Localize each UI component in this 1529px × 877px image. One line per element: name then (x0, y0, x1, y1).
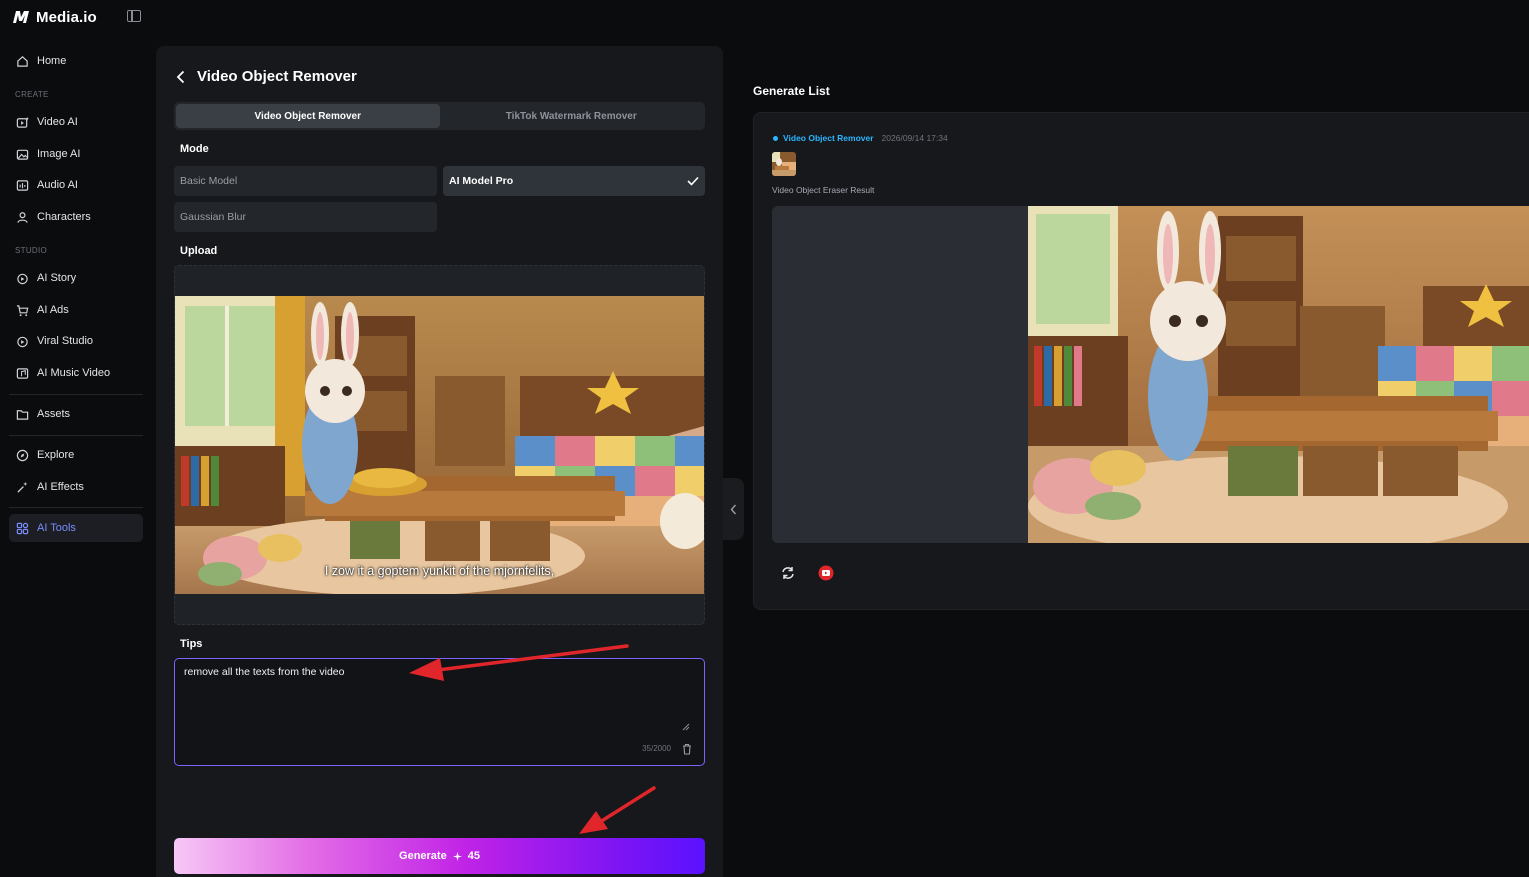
mode-label-text: Basic Model (180, 175, 238, 187)
result-tool-name[interactable]: Video Object Remover (783, 133, 874, 143)
source-thumbnail[interactable] (772, 152, 796, 176)
upload-label: Upload (180, 245, 218, 257)
sidebar-item-label: Image AI (37, 148, 81, 160)
mode-ai-model-pro[interactable]: AI Model Pro (443, 166, 705, 196)
mode-label: Mode (180, 143, 209, 155)
sidebar-item-label: AI Tools (37, 522, 76, 534)
result-header: Video Object Remover 2026/09/14 17:34 (773, 133, 948, 143)
sidebar-item-label: Viral Studio (37, 335, 94, 347)
result-label: Video Object Eraser Result (772, 185, 875, 195)
result-timestamp: 2026/09/14 17:34 (881, 133, 948, 143)
panel-header: Video Object Remover (176, 68, 357, 85)
sidebar-item-label: AI Music Video (37, 367, 111, 379)
tab-tiktok-watermark-remover[interactable]: TikTok Watermark Remover (440, 104, 704, 128)
trash-icon[interactable] (681, 743, 693, 755)
tool-panel: Video Object Remover Video Object Remove… (156, 46, 723, 877)
sidebar-item-assets[interactable]: Assets (9, 400, 143, 428)
sidebar-item-label: Home (37, 55, 67, 67)
tab-video-object-remover[interactable]: Video Object Remover (176, 104, 440, 128)
sidebar-item-label: AI Ads (37, 304, 69, 316)
viral-studio-icon (17, 336, 28, 347)
ai-story-icon (17, 273, 28, 284)
sidebar-item-characters[interactable]: Characters (9, 203, 143, 231)
sidebar-item-ai-tools[interactable]: AI Tools (9, 514, 143, 542)
video-ai-icon (16, 116, 29, 128)
ai-music-video-icon (16, 367, 29, 379)
sidebar-item-home[interactable]: Home (9, 47, 143, 75)
image-ai-icon (16, 149, 29, 160)
sidebar-item-video-ai[interactable]: Video AI (9, 108, 143, 136)
sidebar-item-label: AI Effects (37, 481, 84, 493)
compass-icon (16, 449, 29, 461)
check-icon (687, 176, 699, 186)
sidebar-item-image-ai[interactable]: Image AI (9, 140, 143, 168)
tool-tabs: Video Object Remover TikTok Watermark Re… (174, 102, 705, 130)
characters-icon (17, 211, 28, 223)
sidebar-item-ai-story[interactable]: AI Story (9, 264, 143, 292)
character-count: 35/2000 (642, 744, 671, 753)
back-arrow-icon[interactable] (176, 70, 185, 84)
folder-icon (16, 409, 29, 420)
sidebar-item-viral-studio[interactable]: Viral Studio (9, 327, 143, 355)
resize-handle-icon[interactable] (682, 723, 690, 731)
status-dot (773, 135, 778, 141)
generate-cost: 45 (467, 850, 480, 862)
sidebar-item-label: AI Story (37, 272, 77, 284)
sidebar-item-audio-ai[interactable]: Audio AI (9, 171, 143, 199)
tips-input-value[interactable]: remove all the texts from the video (184, 666, 345, 678)
audio-ai-icon (16, 179, 29, 191)
page-title: Video Object Remover (197, 68, 357, 85)
sidebar-item-explore[interactable]: Explore (9, 441, 143, 469)
mode-gaussian-blur[interactable]: Gaussian Blur (174, 202, 437, 232)
result-preview (772, 206, 1529, 543)
divider (9, 394, 143, 395)
panel-collapse-handle[interactable] (723, 478, 744, 540)
chevron-left-icon (730, 504, 737, 514)
divider (9, 507, 143, 508)
regenerate-icon[interactable] (780, 565, 796, 581)
sidebar-item-label: Explore (37, 449, 75, 461)
tips-label: Tips (180, 638, 203, 650)
generate-label: Generate (399, 850, 447, 862)
sidebar-item-ai-music-video[interactable]: AI Music Video (9, 359, 143, 387)
section-studio: STUDIO (15, 246, 48, 255)
result-actions (780, 565, 834, 581)
mode-label-text: AI Model Pro (449, 175, 514, 187)
mode-basic-model[interactable]: Basic Model (174, 166, 437, 196)
section-create: CREATE (15, 90, 49, 99)
sidebar-item-label: Video AI (37, 116, 78, 128)
sidebar-item-ai-ads[interactable]: AI Ads (9, 296, 143, 324)
ai-ads-icon (16, 304, 29, 316)
sidebar: Media.io Home CREATE Video AI Image AI A… (0, 0, 152, 877)
sidebar-collapse-icon[interactable] (127, 10, 141, 22)
generate-list-title: Generate List (753, 84, 830, 98)
tips-textarea[interactable]: remove all the texts from the video 35/2… (174, 658, 705, 766)
video-subtitle-text: I zow it a goptem yunkit of the mjornfel… (324, 564, 555, 578)
sidebar-item-label: Characters (37, 211, 91, 223)
sparkle-icon (452, 851, 462, 861)
brand-name: Media.io (36, 8, 97, 26)
sidebar-item-ai-effects[interactable]: AI Effects (9, 473, 143, 501)
ai-tools-grid-icon (16, 522, 29, 534)
divider (9, 435, 143, 436)
uploaded-video-frame[interactable] (175, 296, 704, 594)
generate-button[interactable]: Generate 45 (174, 838, 705, 874)
brand[interactable]: Media.io (12, 6, 97, 28)
mode-label-text: Gaussian Blur (180, 211, 246, 223)
result-video-frame[interactable] (1028, 206, 1529, 543)
sidebar-item-label: Audio AI (37, 179, 78, 191)
generate-result-card: Video Object Remover 2026/09/14 17:34 Vi… (753, 112, 1529, 610)
magic-wand-icon (17, 481, 28, 493)
sidebar-item-label: Assets (37, 408, 71, 420)
youtube-icon[interactable] (818, 565, 834, 581)
media-io-logo-icon (12, 10, 30, 24)
home-icon (17, 55, 28, 67)
upload-area[interactable]: I zow it a goptem yunkit of the mjornfel… (174, 265, 705, 625)
